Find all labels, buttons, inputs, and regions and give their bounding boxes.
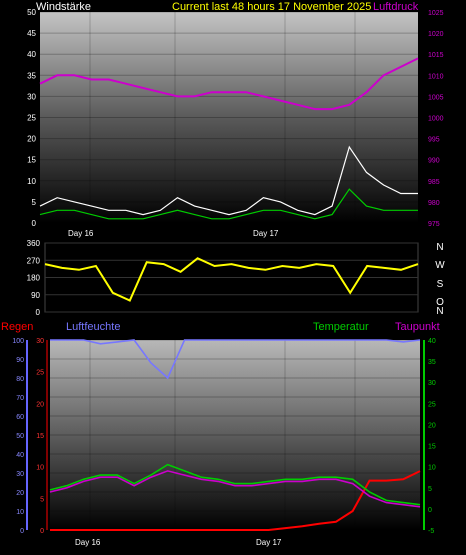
temperature-tick-label: 15 [428, 444, 436, 451]
humidity-tick-label: 20 [16, 490, 24, 497]
humidity-tick-label: 80 [16, 376, 24, 383]
humidity-tick-label: 100 [12, 338, 24, 345]
wind-tick-label: 45 [27, 29, 36, 38]
humidity-tick-label: 0 [20, 528, 24, 535]
wind-tick-label: 0 [32, 219, 37, 228]
temperature-tick-label: 20 [428, 422, 436, 429]
panel1-xtick-day16: Day 16 [68, 229, 94, 238]
humidity-title: Luftfeuchte [66, 321, 120, 333]
rain-title: Regen [1, 321, 33, 333]
pressure-tick-label: 1025 [428, 10, 444, 17]
direction-axis-ticks: 0 90 180 270 360 [27, 239, 41, 317]
temperature-title: Temperatur [313, 321, 369, 333]
humidity-tick-label: 30 [16, 471, 24, 478]
humidity-tick-label: 70 [16, 395, 24, 402]
pressure-tick-label: 990 [428, 158, 440, 165]
humidity-tick-label: 60 [16, 414, 24, 421]
wind-tick-label: 20 [27, 135, 36, 144]
wind-tick-label: 35 [27, 71, 36, 80]
wind-tick-label: 15 [27, 156, 36, 165]
temperature-axis-ticks: -5 0 5 10 15 20 25 30 35 40 [423, 338, 436, 535]
direction-tick-label: 270 [27, 256, 41, 265]
compass-label: W [435, 260, 445, 271]
compass-labels: NWSON [435, 242, 445, 317]
pressure-tick-label: 1005 [428, 94, 444, 101]
pressure-title: Luftdruck [373, 1, 419, 13]
compass-label: N [436, 306, 443, 317]
panel1-xtick-day17: Day 17 [253, 229, 279, 238]
compass-label: S [437, 279, 444, 290]
humidity-tick-label: 40 [16, 452, 24, 459]
humidity-tick-label: 50 [16, 433, 24, 440]
rain-axis-ticks: 0 5 10 15 20 25 30 [36, 338, 48, 535]
pressure-tick-label: 1015 [428, 52, 444, 59]
temperature-tick-label: 25 [428, 401, 436, 408]
pressure-tick-label: 1000 [428, 116, 444, 123]
wind-axis-ticks: 0 5 10 15 20 25 30 35 40 45 50 [27, 8, 36, 228]
humidity-axis-ticks: 0 10 20 30 40 50 60 70 80 90 100 [12, 338, 28, 535]
rain-tick-label: 30 [36, 338, 44, 345]
wind-tick-label: 10 [27, 177, 36, 186]
temperature-tick-label: 40 [428, 338, 436, 345]
rain-tick-label: 5 [40, 496, 44, 503]
pressure-tick-label: 975 [428, 221, 440, 228]
wind-tick-label: 30 [27, 92, 36, 101]
pressure-tick-label: 1010 [428, 73, 444, 80]
wind-tick-label: 40 [27, 50, 36, 59]
rain-tick-label: 0 [40, 528, 44, 535]
humidity-tick-label: 90 [16, 357, 24, 364]
temperature-tick-label: 0 [428, 507, 432, 514]
pressure-tick-label: 985 [428, 179, 440, 186]
pressure-tick-label: 1020 [428, 31, 444, 38]
temperature-tick-label: 5 [428, 486, 432, 493]
pressure-tick-label: 995 [428, 137, 440, 144]
pressure-axis-ticks: 975 980 985 990 995 1000 1005 1010 1015 1020 1025 [428, 10, 444, 228]
rain-tick-label: 10 [36, 465, 44, 472]
wind-tick-label: 25 [27, 114, 36, 123]
temperature-tick-label: -5 [428, 528, 434, 535]
direction-tick-label: 90 [31, 291, 40, 300]
wind-tick-label: 50 [27, 8, 36, 17]
dewpoint-title: Taupunkt [395, 321, 440, 333]
rain-tick-label: 20 [36, 401, 44, 408]
direction-tick-label: 0 [36, 308, 41, 317]
weather-chart-canvas: Windstärke Current last 48 hours 17 Nove… [1, 1, 445, 547]
compass-label: N [436, 242, 443, 253]
temperature-tick-label: 35 [428, 359, 436, 366]
panel3-xtick-day16: Day 16 [75, 538, 101, 547]
temperature-tick-label: 30 [428, 380, 436, 387]
direction-tick-label: 360 [27, 239, 41, 248]
pressure-tick-label: 980 [428, 200, 440, 207]
rain-tick-label: 25 [36, 370, 44, 377]
rain-tick-label: 15 [36, 433, 44, 440]
direction-tick-label: 180 [27, 274, 41, 283]
wind-title: Windstärke [36, 1, 91, 13]
panel3-xtick-day17: Day 17 [256, 538, 282, 547]
wind-tick-label: 5 [32, 198, 37, 207]
temperature-tick-label: 10 [428, 465, 436, 472]
humidity-tick-label: 10 [16, 509, 24, 516]
chart-title: Current last 48 hours 17 November 2025 [172, 1, 371, 13]
